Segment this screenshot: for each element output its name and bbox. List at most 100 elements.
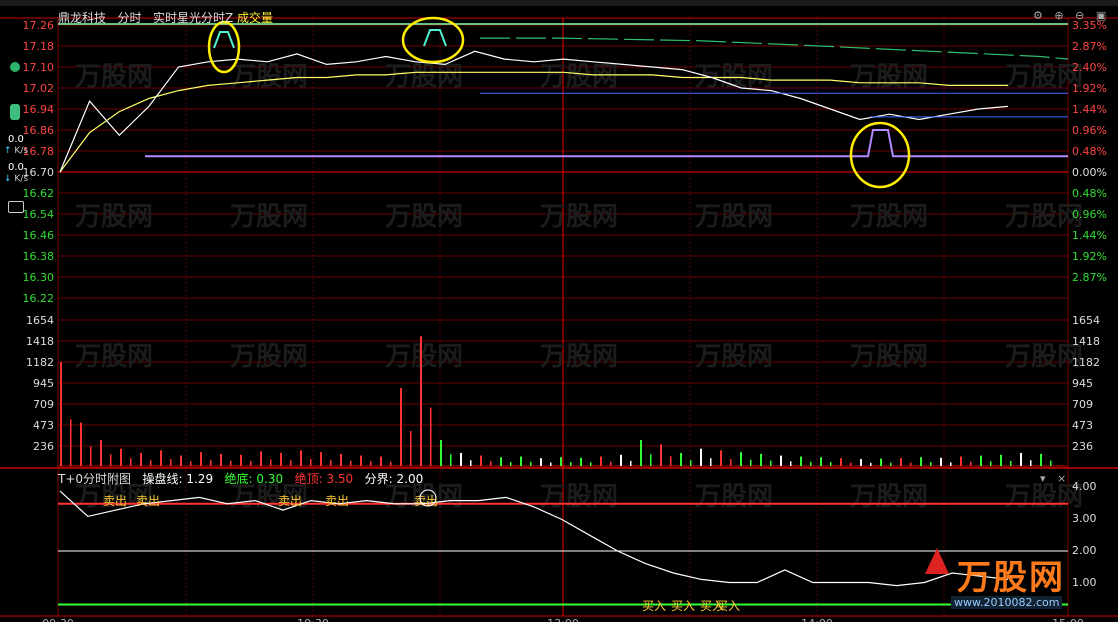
down-speed-value: 0.0	[8, 162, 24, 173]
volume-bar	[220, 453, 222, 466]
camera-icon[interactable]	[8, 201, 24, 213]
volume-bar	[190, 461, 192, 466]
volume-bar	[110, 454, 112, 466]
volume-bar	[890, 462, 892, 466]
volume-bar	[280, 453, 282, 466]
volume-bar	[1020, 453, 1022, 466]
price-tick-right: 2.87%	[1072, 40, 1107, 53]
green-dot-icon[interactable]	[10, 62, 20, 72]
time-tick: 09:30	[42, 617, 74, 622]
volume-bar	[490, 461, 492, 466]
volume-bar	[460, 453, 462, 466]
sub-axis-tick: 4.00	[1072, 480, 1097, 493]
volume-bar	[580, 457, 582, 466]
price-tick-left: 16.30	[23, 271, 55, 284]
volume-bar	[300, 450, 302, 466]
bottom-label: 绝底:	[224, 472, 253, 486]
volume-bar	[1010, 460, 1012, 466]
volume-bar	[1000, 454, 1002, 466]
zoom-out-icon[interactable]: ⊖	[1075, 9, 1084, 22]
volume-bar	[430, 407, 432, 466]
watermark-text: 万股网	[75, 342, 153, 372]
time-tick: 10:30	[297, 617, 329, 622]
watermark-text: 万股网	[230, 202, 308, 232]
price-tick-left: 16.38	[23, 250, 55, 263]
arrow-up-icon: ↑	[4, 146, 12, 156]
volume-bar	[690, 460, 692, 466]
volume-bar	[340, 453, 342, 466]
price-tick-right: 2.87%	[1072, 271, 1107, 284]
volume-bar	[870, 462, 872, 466]
volume-bar	[1030, 460, 1032, 466]
dropdown-icon[interactable]: ▾	[1040, 472, 1046, 485]
split-label: 分界:	[364, 472, 393, 486]
volume-bar	[450, 454, 452, 466]
volume-bar	[170, 459, 172, 466]
split-value: 2.00	[396, 472, 424, 486]
line-label: 操盘线:	[142, 472, 183, 486]
volume-bar	[100, 440, 102, 466]
volume-bar	[310, 459, 312, 466]
volume-bar	[210, 459, 212, 466]
sub-title[interactable]: T+0分时附图	[58, 472, 131, 486]
volume-bar	[880, 458, 882, 466]
volume-tick-right: 945	[1072, 377, 1093, 390]
sub-axis-tick: 3.00	[1072, 512, 1097, 525]
volume-tick-right: 473	[1072, 419, 1093, 432]
volume-bar	[640, 440, 642, 466]
volume-bar	[550, 462, 552, 466]
top-strip	[0, 0, 1118, 6]
volume-bar	[80, 422, 82, 466]
up-speed-unit: ↑ K/s	[4, 146, 28, 156]
volume-bar	[800, 456, 802, 466]
close-icon[interactable]: ×	[1057, 472, 1066, 485]
volume-bar	[530, 461, 532, 466]
volume-tick-left: 1182	[26, 356, 54, 369]
volume-bar	[720, 450, 722, 466]
indicator-name[interactable]: 实时星光分时Z	[153, 11, 233, 25]
logo-arrow-icon	[925, 548, 949, 574]
volume-bar	[990, 461, 992, 466]
volume-bar	[660, 444, 662, 466]
settings-icon[interactable]: ⚙	[1033, 9, 1043, 22]
watermark-text: 万股网	[850, 62, 928, 92]
volume-label[interactable]: 成交量	[237, 11, 273, 25]
volume-bar	[980, 455, 982, 466]
volume-bar	[740, 452, 742, 466]
volume-tick-right: 1654	[1072, 314, 1100, 327]
zoom-in-icon[interactable]: ⊕	[1054, 9, 1063, 22]
volume-bar	[630, 460, 632, 466]
chart-header: 鼎龙科技 分时 实时星光分时Z 成交量	[58, 9, 273, 26]
sub-panel-header: T+0分时附图 操盘线: 1.29 绝底: 0.30 绝顶: 3.50 分界: …	[58, 470, 423, 487]
left-sidebar: 0.0 ↑ K/s 0.0 ↓ K/s	[0, 6, 30, 226]
stock-name: 鼎龙科技	[58, 11, 107, 25]
up-speed-value: 0.0	[8, 134, 24, 145]
volume-bar	[320, 452, 322, 466]
down-speed-unit: ↓ K/s	[4, 174, 28, 184]
volume-bar	[440, 440, 442, 466]
volume-bar	[470, 460, 472, 466]
sell-signal-label: 卖出	[136, 494, 160, 508]
watermark-text: 万股网	[385, 342, 463, 372]
header-controls: ⚙ ⊕ ⊖ ▣	[1033, 9, 1106, 22]
expand-icon[interactable]: ▣	[1096, 9, 1106, 22]
chart-stage: 万股网 万股网 万股网 万股网 万股网 万股网 万股网万股网 万股网 万股网 万股网 万股网 万股网万…	[0, 0, 1118, 622]
volume-bar	[710, 458, 712, 466]
volume-bar	[500, 457, 502, 466]
volume-tick-left: 1654	[26, 314, 54, 327]
volume-bar	[920, 457, 922, 466]
volume-bar	[420, 336, 422, 466]
watermark-logo: 万股网 www.2010082.com	[895, 540, 1115, 620]
volume-bar	[810, 461, 812, 466]
battery-icon[interactable]	[10, 104, 20, 120]
volume-bar	[270, 459, 272, 466]
volume-bar	[540, 458, 542, 466]
tab-fenshi[interactable]: 分时	[117, 11, 141, 25]
volume-bar	[60, 362, 62, 466]
volume-bar	[850, 462, 852, 466]
watermark-text: 万股网	[75, 62, 153, 92]
volume-bar	[380, 456, 382, 466]
volume-bar	[510, 462, 512, 466]
volume-bar	[330, 459, 332, 466]
volume-bar	[1040, 453, 1042, 466]
